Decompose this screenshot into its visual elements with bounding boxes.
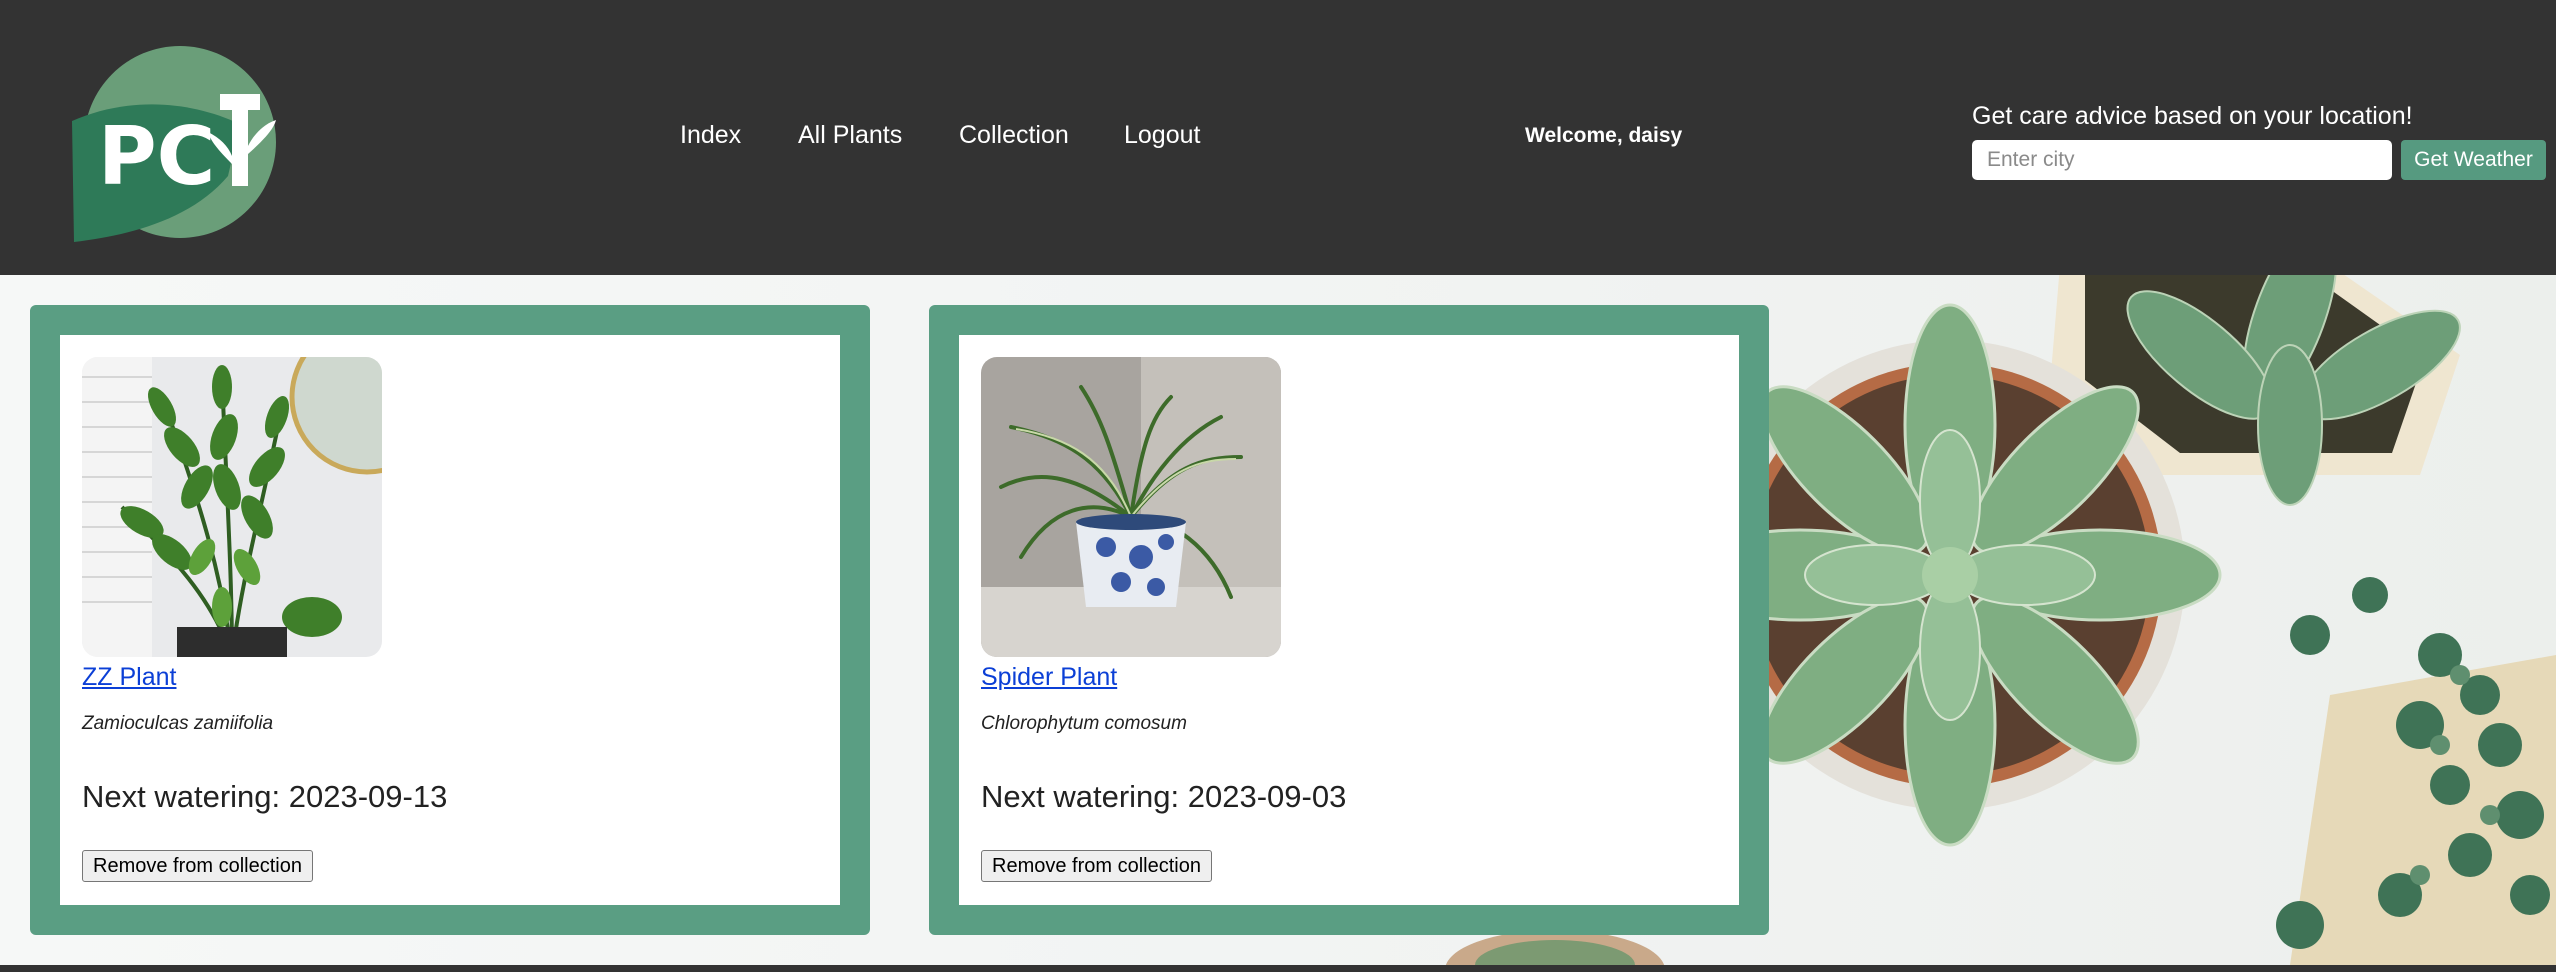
nav-link-index[interactable]: Index <box>680 118 741 152</box>
footer-bar <box>0 965 2556 972</box>
scientific-name: Zamioculcas zamiifolia <box>82 713 274 734</box>
remove-from-collection-button[interactable]: Remove from collection <box>82 850 313 882</box>
remove-from-collection-button[interactable]: Remove from collection <box>981 850 1212 882</box>
plant-card: Spider Plant Chlorophytum comosum Next w… <box>929 305 1769 935</box>
welcome-message: Welcome, daisy <box>1525 124 1683 147</box>
get-weather-button[interactable]: Get Weather <box>2401 140 2546 180</box>
pct-logo-icon[interactable]: PC <box>70 46 286 246</box>
plant-name-link[interactable]: Spider Plant <box>981 660 1117 694</box>
plant-card-body: ZZ Plant Zamioculcas zamiifolia Next wat… <box>60 335 840 905</box>
weather-prompt: Get care advice based on your location! <box>1972 102 2413 130</box>
plant-card: ZZ Plant Zamioculcas zamiifolia Next wat… <box>30 305 870 935</box>
nav-link-all-plants[interactable]: All Plants <box>798 118 902 152</box>
next-watering-date: Next watering: 2023-09-13 <box>82 779 448 814</box>
nav-link-collection[interactable]: Collection <box>959 118 1069 152</box>
next-watering-date: Next watering: 2023-09-03 <box>981 779 1347 814</box>
plant-card-body: Spider Plant Chlorophytum comosum Next w… <box>959 335 1739 905</box>
svg-text:PC: PC <box>98 110 215 203</box>
city-input[interactable] <box>1972 140 2392 180</box>
nav-link-logout[interactable]: Logout <box>1124 118 1200 152</box>
plant-name-link[interactable]: ZZ Plant <box>82 660 176 694</box>
site-header: PC Index All Plants Collection Logout We… <box>0 0 2556 275</box>
zz-plant-photo <box>82 357 382 657</box>
spider-plant-photo <box>981 357 1281 657</box>
scientific-name: Chlorophytum comosum <box>981 713 1187 734</box>
